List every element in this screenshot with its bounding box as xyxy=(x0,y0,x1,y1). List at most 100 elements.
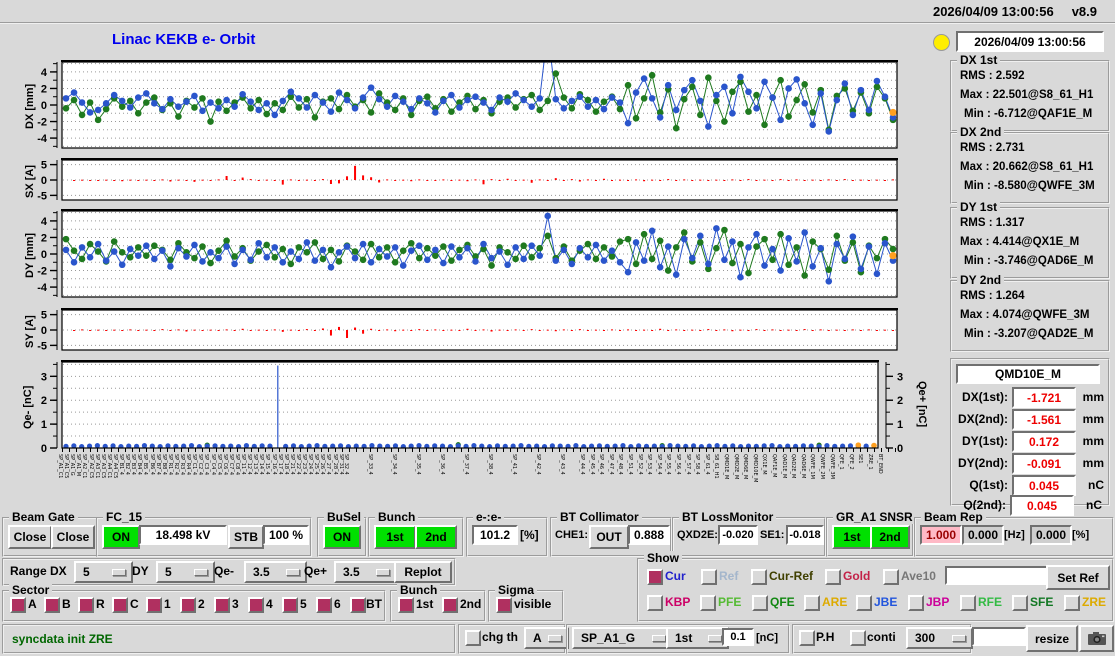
bpm-label: SP_21_4 xyxy=(288,454,295,475)
bpm-label: QWFE_2M xyxy=(819,454,825,479)
points-dropdown[interactable]: 300 xyxy=(906,627,973,649)
bunch-2nd-checkbox[interactable] xyxy=(442,597,458,613)
show-jbp-checkbox[interactable] xyxy=(908,595,924,611)
bpm-label: SP_45_4 xyxy=(588,454,595,475)
show-zre-checkbox[interactable] xyxy=(1064,595,1080,611)
bunch-2nd-button[interactable]: 2nd xyxy=(415,525,457,549)
threshold-value[interactable]: 0.1 xyxy=(722,628,754,646)
chg-th-checkbox[interactable] xyxy=(465,630,481,646)
sector-checkbox-6[interactable] xyxy=(316,597,332,613)
bpm-label: SP_C8_4 xyxy=(233,454,240,476)
bpm-label: QAF1E_M xyxy=(771,454,777,478)
sector-checkbox-1[interactable] xyxy=(146,597,162,613)
range-qep-dropdown[interactable]: 3.5 xyxy=(334,561,397,583)
bpm-label: QMD2E_M xyxy=(732,454,739,480)
bpm-label: SP_A4_C1 xyxy=(105,454,112,479)
show-are-checkbox[interactable] xyxy=(804,595,820,611)
se1-value: -0.018 xyxy=(786,525,824,545)
sector-checkbox-r[interactable] xyxy=(78,597,94,613)
snsr-1st-button[interactable]: 1st xyxy=(832,525,872,549)
dropdown-indicator xyxy=(652,635,666,642)
range-bar: Range DX 5 DY 5 Qe- 3.5 Qe+ 3.5 Replot xyxy=(2,558,456,586)
qe-plot: 3 2 1 0 3 2 1 0 xyxy=(41,360,903,455)
resize-button[interactable]: resize xyxy=(1026,625,1078,652)
sp-select-dropdown[interactable]: SP_A1_G xyxy=(572,627,673,649)
sigma-title: Sigma xyxy=(495,583,538,597)
show-ref-checkbox[interactable] xyxy=(701,569,717,585)
beam-gate-close-button-1[interactable]: Close xyxy=(8,525,52,549)
bpm-label: QAD1E_M xyxy=(780,454,787,479)
ph-label: P.H xyxy=(816,630,835,644)
bpm-label: SP_41_4 xyxy=(511,454,517,475)
fc15-percent-value: 100 % xyxy=(263,525,309,545)
snsr-2nd-button[interactable]: 2nd xyxy=(870,525,910,549)
stat-max: Max : 22.501@S8_61_H1 xyxy=(960,89,1094,101)
bpm-label: SP_53_4 xyxy=(646,454,653,475)
sector-checkbox-3[interactable] xyxy=(214,597,230,613)
bpm-label: SP_C2_4 xyxy=(197,454,204,476)
screenshot-button[interactable] xyxy=(1079,625,1114,652)
sy-plot: 5 0 -5 xyxy=(37,308,898,352)
beam-gate-close-button-2[interactable]: Close xyxy=(51,525,95,549)
che1-out-button[interactable]: OUT xyxy=(589,525,629,549)
che1-value: 0.888 xyxy=(628,525,670,545)
sector-checkbox-4[interactable] xyxy=(248,597,264,613)
show-rfe-checkbox[interactable] xyxy=(960,595,976,611)
show-gold-checkbox[interactable] xyxy=(825,569,841,585)
x-axis-tickmarks xyxy=(62,448,897,452)
set-ref-button[interactable]: Set Ref xyxy=(1046,565,1110,590)
sector-checkbox-c[interactable] xyxy=(112,597,128,613)
range-dx-dropdown[interactable]: 5 xyxy=(74,561,133,583)
range-qem-dropdown[interactable]: 3.5 xyxy=(244,561,307,583)
bpm-label: SP_32_4 xyxy=(343,454,349,475)
show-ave10-checkbox[interactable] xyxy=(883,569,899,585)
bpm-label: SP_A1_C1 xyxy=(57,454,63,479)
bpm-label: SP_B6_4 xyxy=(148,454,155,475)
bpm-label: SP_A2_C1 xyxy=(81,454,88,479)
sigma-visible-checkbox[interactable] xyxy=(496,597,512,613)
show-cur-ref-checkbox[interactable] xyxy=(751,569,767,585)
svg-text:3: 3 xyxy=(897,371,903,383)
bunch-1st-checkbox[interactable] xyxy=(398,597,414,613)
bpm-label: SP_R3_4 xyxy=(179,454,185,476)
show-sfe-checkbox[interactable] xyxy=(1012,595,1028,611)
show-are-label: ARE xyxy=(822,595,848,609)
show-pfe-checkbox[interactable] xyxy=(700,595,716,611)
extra-input[interactable] xyxy=(972,627,1026,646)
sector-checkbox-b[interactable] xyxy=(44,597,60,613)
show-cur-checkbox[interactable] xyxy=(647,569,663,585)
sector-checkbox-a[interactable] xyxy=(10,597,26,613)
busel-on-button[interactable]: ON xyxy=(323,525,361,549)
bpm-label: SP_56_4 xyxy=(675,454,681,475)
dx-plot: 4 2 0 -2 -4 xyxy=(37,60,898,149)
bpm-label: SP_54_4 xyxy=(655,454,662,475)
fc15-stb-button[interactable]: STB xyxy=(228,525,264,549)
bpm-label: SP_13_4 xyxy=(252,454,259,475)
linac-orbit-window: 2026/04/09 13:00:56 v8.9 Linac KEKB e- O… xyxy=(0,0,1115,656)
sector-checkbox-2[interactable] xyxy=(180,597,196,613)
bpm-label: QWFE_3M xyxy=(828,454,835,479)
show-zre-label: ZRE xyxy=(1082,595,1106,609)
show-qfe-checkbox[interactable] xyxy=(752,595,768,611)
ph-checkbox[interactable] xyxy=(799,630,815,646)
bpm-label: SP_26_4 xyxy=(319,454,326,475)
bpm-label: SP_C6_4 xyxy=(221,454,228,476)
sector-checkbox-5[interactable] xyxy=(282,597,298,613)
replot-button[interactable]: Replot xyxy=(394,561,452,583)
sector-checkbox-bt[interactable] xyxy=(350,597,366,613)
show-kbp-checkbox[interactable] xyxy=(647,595,663,611)
bpm-label: SP_57_4 xyxy=(684,454,691,475)
show-jbe-checkbox[interactable] xyxy=(856,595,872,611)
bpm-label: SP_28_4 xyxy=(331,454,338,475)
conti-checkbox[interactable] xyxy=(850,630,866,646)
fc15-title: FC_15 xyxy=(103,510,146,524)
bunch-select-dropdown[interactable]: 1st xyxy=(666,627,729,649)
bpm-label: QAD2E_M xyxy=(790,454,797,479)
stat-max: Max : 20.662@S8_61_H1 xyxy=(960,161,1094,173)
titlebar-version: v8.9 xyxy=(1071,3,1097,19)
range-dy-dropdown[interactable]: 5 xyxy=(156,561,215,583)
bunch-1st-button[interactable]: 1st xyxy=(374,525,416,549)
bpm-label: SP_B8_4 xyxy=(160,454,167,475)
chg-th-dropdown[interactable]: A xyxy=(524,627,569,649)
fc15-on-button[interactable]: ON xyxy=(102,525,140,549)
